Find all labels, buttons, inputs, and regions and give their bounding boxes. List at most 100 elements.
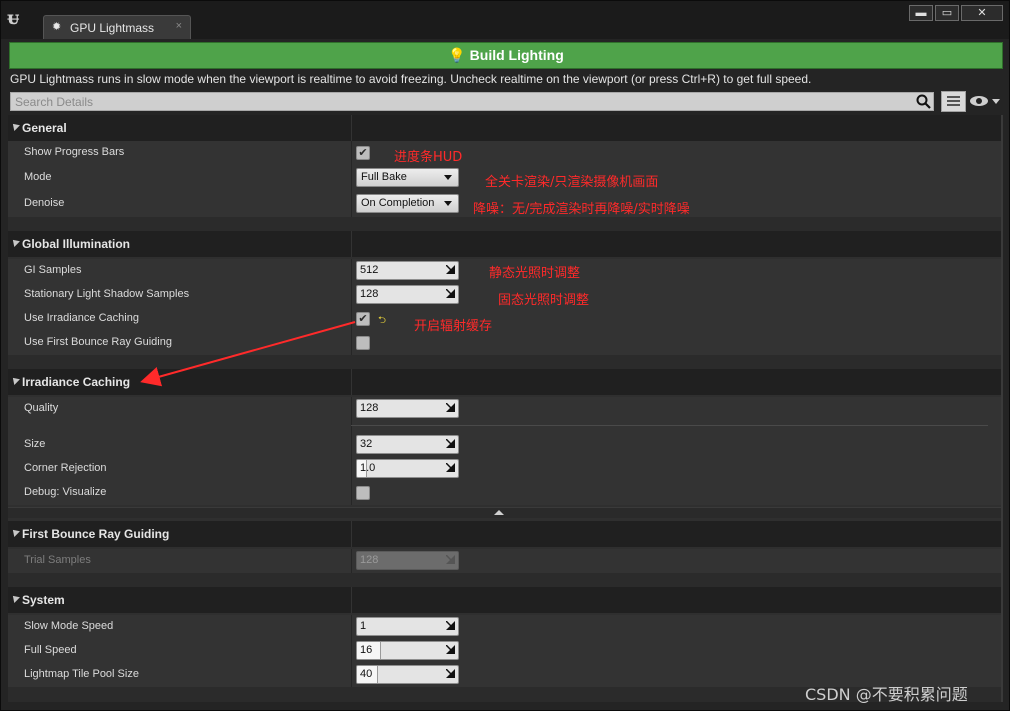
property-label: Size: [24, 438, 46, 450]
property-label: Show Progress Bars: [24, 146, 125, 158]
property-row: Debug: Visualize: [8, 481, 1003, 505]
category-title: General: [22, 121, 67, 135]
field-value: 1.0: [360, 462, 376, 474]
property-label: Slow Mode Speed: [24, 620, 114, 632]
property-row: Slow Mode Speed 1: [8, 615, 1003, 639]
lightbulb-icon: 💡: [448, 47, 466, 63]
gi-samples-field[interactable]: 512: [356, 261, 459, 280]
view-options-button[interactable]: [941, 91, 966, 112]
annotation-mode: 全关卡渲染/只渲染摄像机画面: [485, 175, 659, 190]
collapse-arrow-icon: [10, 593, 20, 603]
category-title: Irradiance Caching: [22, 375, 131, 389]
annotation-shadow-samples: 固态光照时调整: [498, 293, 590, 308]
reset-to-default-icon[interactable]: ⮌: [378, 313, 386, 330]
watermark: CSDN @不要积累问题: [805, 685, 968, 704]
tab-close-icon[interactable]: ×: [176, 20, 182, 32]
shadow-samples-field[interactable]: 128: [356, 285, 459, 304]
property-label: Corner Rejection: [24, 462, 107, 474]
resize-grip-icon: [446, 669, 455, 678]
field-value: 128: [360, 402, 379, 414]
use-first-bounce-checkbox[interactable]: [356, 336, 370, 350]
spacer-row: [8, 421, 1003, 433]
collapse-arrow-icon: [10, 237, 20, 247]
visibility-filter-button[interactable]: [969, 93, 1003, 109]
scrollbar[interactable]: [1001, 115, 1003, 702]
maximize-icon: ▭: [941, 7, 953, 19]
mode-dropdown[interactable]: Full Bake: [356, 168, 459, 187]
tile-pool-size-field[interactable]: 40: [356, 665, 459, 684]
property-label: Debug: Visualize: [24, 486, 107, 498]
property-row: Corner Rejection 1.0: [8, 457, 1003, 481]
property-label: GI Samples: [24, 264, 82, 276]
quality-field[interactable]: 128: [356, 399, 459, 418]
resize-grip-icon: [446, 463, 455, 472]
slow-mode-speed-field[interactable]: 1: [356, 617, 459, 636]
field-value: 1: [360, 620, 367, 632]
field-value: 16: [360, 644, 373, 656]
trial-samples-field: 128: [356, 551, 459, 570]
category-system[interactable]: System: [8, 587, 1003, 613]
maximize-button[interactable]: ▭: [935, 5, 959, 21]
tab-gpu-lightmass[interactable]: ✹ GPU Lightmass ×: [43, 15, 191, 39]
category-first-bounce-ray-guiding[interactable]: First Bounce Ray Guiding: [8, 521, 1003, 547]
close-button[interactable]: ✕: [961, 5, 1003, 21]
annotation-progress: 进度条HUD: [394, 150, 463, 165]
property-row: Show Progress Bars ✔: [8, 141, 1003, 165]
property-label: Trial Samples: [24, 554, 91, 566]
debug-visualize-checkbox[interactable]: [356, 486, 370, 500]
minimize-button[interactable]: ▬: [909, 5, 933, 21]
chevron-down-icon: [444, 175, 452, 180]
title-bar: ᵾ ✹ GPU Lightmass × ▬ ▭ ✕: [1, 1, 1009, 39]
resize-grip-icon: [446, 555, 455, 564]
denoise-dropdown[interactable]: On Completion: [356, 194, 459, 213]
full-speed-field[interactable]: 16: [356, 641, 459, 660]
show-progress-bars-checkbox[interactable]: ✔: [356, 146, 370, 160]
denoise-value: On Completion: [361, 197, 435, 209]
property-row: Full Speed 16: [8, 639, 1003, 663]
corner-rejection-field[interactable]: 1.0: [356, 459, 459, 478]
property-row: Quality 128: [8, 397, 1003, 421]
unreal-engine-logo-icon: ᵾ: [7, 7, 20, 29]
property-label: Mode: [24, 171, 52, 183]
build-lighting-label: Build Lighting: [469, 47, 564, 63]
property-label: Lightmap Tile Pool Size: [24, 668, 139, 680]
search-bar: [10, 92, 934, 111]
category-title: First Bounce Ray Guiding: [22, 527, 170, 541]
category-global-illumination[interactable]: Global Illumination: [8, 231, 1003, 257]
eye-icon: [970, 96, 1000, 106]
property-row: Use First Bounce Ray Guiding: [8, 331, 1003, 355]
gpu-lightmass-window: ᵾ ✹ GPU Lightmass × ▬ ▭ ✕ 💡 Build Lightin…: [0, 0, 1010, 711]
chevron-up-icon: [494, 510, 504, 515]
size-field[interactable]: 32: [356, 435, 459, 454]
property-label: Quality: [24, 402, 59, 414]
advanced-collapse-bar[interactable]: [8, 507, 1003, 518]
property-label: Full Speed: [24, 644, 77, 656]
resize-grip-icon: [446, 289, 455, 298]
category-title: System: [22, 593, 65, 607]
use-irradiance-caching-checkbox[interactable]: ✔: [356, 312, 370, 326]
collapse-arrow-icon: [10, 121, 20, 131]
divider: [351, 425, 988, 426]
field-value: 40: [360, 668, 373, 680]
property-label: Use First Bounce Ray Guiding: [24, 336, 172, 348]
resize-grip-icon: [446, 439, 455, 448]
build-lighting-button[interactable]: 💡 Build Lighting: [9, 42, 1003, 69]
collapse-arrow-icon: [10, 375, 20, 385]
close-icon: ✕: [977, 7, 987, 19]
category-irradiance-caching[interactable]: Irradiance Caching: [8, 369, 1003, 395]
annotation-gi-samples: 静态光照时调整: [489, 266, 581, 281]
field-value: 128: [360, 554, 379, 566]
search-icon[interactable]: [916, 94, 931, 109]
field-value: 32: [360, 438, 373, 450]
sun-icon: ✹: [52, 21, 62, 33]
mode-value: Full Bake: [361, 171, 407, 183]
category-general[interactable]: General: [8, 115, 1003, 141]
resize-grip-icon: [446, 621, 455, 630]
annotation-irradiance: 开启辐射缓存: [414, 319, 493, 334]
window-controls: ▬ ▭ ✕: [907, 5, 1003, 23]
search-input[interactable]: [11, 93, 911, 110]
property-row: Size 32: [8, 433, 1003, 457]
category-title: Global Illumination: [22, 237, 130, 251]
list-view-icon: [947, 96, 960, 106]
property-label: Denoise: [24, 197, 65, 209]
